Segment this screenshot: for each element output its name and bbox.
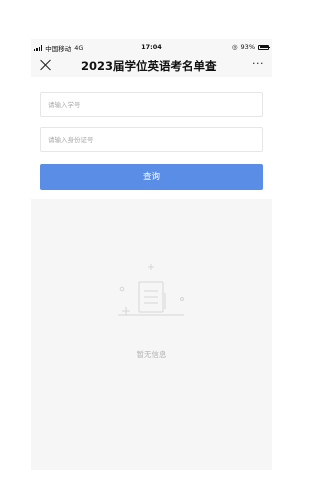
nav-bar: 2023届学位英语考名单查 ··· [31,54,272,77]
close-icon[interactable] [39,58,53,72]
phone-screen: 中国移动 4G 17:04 ◎ 93% 2023届学位英语考名单查 ··· 查询 [31,39,272,470]
result-panel: 暂无信息 [31,199,272,470]
battery-icon [258,44,270,50]
student-id-input[interactable] [40,92,263,117]
alarm-icon: ◎ [231,43,238,51]
battery-percent: 93% [240,43,255,51]
empty-document-icon [118,264,184,316]
status-bar: 中国移动 4G 17:04 ◎ 93% [31,39,272,54]
more-icon[interactable]: ··· [252,58,264,69]
empty-text: 暂无信息 [136,350,167,359]
status-right: ◎ 93% [231,43,270,51]
id-card-input[interactable] [40,127,263,152]
page-title: 2023届学位英语考名单查 [81,59,217,73]
query-button[interactable]: 查询 [40,164,263,190]
